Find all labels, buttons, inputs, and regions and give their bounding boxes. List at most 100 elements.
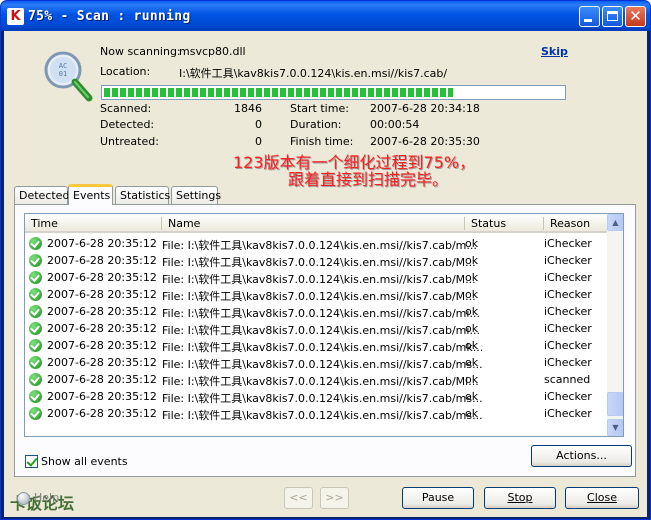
ok-status-icon: [29, 356, 42, 369]
event-status: ok: [465, 237, 479, 250]
events-scrollbar[interactable]: ▲ ▼: [607, 214, 623, 436]
location-value: I:\软件工具\kav8kis7.0.0.124\kis.en.msi//kis…: [179, 67, 448, 80]
event-name: File: I:\软件工具\kav8kis7.0.0.124\kis.en.ms…: [162, 392, 483, 405]
event-status: ok: [465, 373, 479, 386]
maximize-button[interactable]: [602, 6, 623, 27]
forward-button[interactable]: >>: [320, 487, 349, 509]
tab-statistics[interactable]: Statistics: [115, 186, 170, 204]
event-time: 2007-6-28 20:35:12: [47, 339, 157, 352]
tab-detected[interactable]: Detected: [14, 186, 69, 204]
table-row[interactable]: 2007-6-28 20:35:12 File: I:\软件工具\kav8kis7…: [25, 371, 607, 388]
table-row[interactable]: 2007-6-28 20:35:12 File: I:\软件工具\kav8kis7…: [25, 269, 607, 286]
table-row[interactable]: 2007-6-28 20:35:12 File: I:\软件工具\kav8kis7…: [25, 320, 607, 337]
minimize-button[interactable]: [579, 6, 600, 27]
table-row[interactable]: 2007-6-28 20:35:12 File: I:\软件工具\kav8kis7…: [25, 337, 607, 354]
help-link[interactable]: Help: [34, 491, 59, 504]
event-time: 2007-6-28 20:35:12: [47, 254, 157, 267]
event-status: ok: [465, 407, 479, 420]
scan-window: K 75% - Scan : running ✕ AC 01 Now scann…: [0, 0, 651, 520]
event-reason: iChecker: [544, 407, 592, 420]
window-title: 75% - Scan : running: [28, 9, 191, 24]
event-name: File: I:\软件工具\kav8kis7.0.0.124\kis.en.ms…: [162, 256, 476, 269]
skip-link[interactable]: Skip: [541, 45, 568, 58]
event-reason: iChecker: [544, 322, 592, 335]
event-status: ok: [465, 390, 479, 403]
table-row[interactable]: 2007-6-28 20:35:12 File: I:\软件工具\kav8kis7…: [25, 405, 607, 422]
event-status: ok: [465, 305, 479, 318]
event-reason: iChecker: [544, 288, 592, 301]
table-row[interactable]: 2007-6-28 20:35:12 File: I:\软件工具\kav8kis7…: [25, 235, 607, 252]
scroll-up-button[interactable]: ▲: [607, 214, 623, 231]
scrollbar-thumb[interactable]: [607, 392, 623, 416]
close-button-label: Close: [587, 491, 617, 504]
event-name: File: I:\软件工具\kav8kis7.0.0.124\kis.en.ms…: [162, 273, 476, 286]
table-row[interactable]: 2007-6-28 20:35:12 File: I:\软件工具\kav8kis7…: [25, 388, 607, 405]
svg-text:01: 01: [59, 70, 67, 78]
scanned-label: Scanned:: [100, 102, 152, 115]
close-icon: ✕: [629, 7, 642, 25]
ok-status-icon: [29, 339, 42, 352]
event-status: ok: [465, 288, 479, 301]
scan-progress-bar: [101, 85, 566, 100]
event-reason: iChecker: [544, 305, 592, 318]
column-header-name[interactable]: Name: [162, 217, 200, 230]
event-reason: iChecker: [544, 356, 592, 369]
event-status: ok: [465, 271, 479, 284]
untreated-value: 0: [255, 135, 262, 148]
location-label: Location:: [100, 65, 151, 78]
event-name: File: I:\软件工具\kav8kis7.0.0.124\kis.en.ms…: [162, 375, 479, 388]
event-time: 2007-6-28 20:35:12: [47, 305, 157, 318]
window-client-area: AC 01 Now scanning: msvcp80.dll Skip Loc…: [4, 31, 647, 517]
start-time-label: Start time:: [290, 102, 349, 115]
event-time: 2007-6-28 20:35:12: [47, 356, 157, 369]
column-header-status[interactable]: Status: [465, 217, 506, 230]
detected-label: Detected:: [100, 118, 155, 131]
event-time: 2007-6-28 20:35:12: [47, 237, 157, 250]
detected-value: 0: [255, 118, 262, 131]
column-header-time[interactable]: Time: [25, 217, 58, 230]
now-scanning-value: msvcp80.dll: [179, 45, 246, 58]
help-icon[interactable]: [17, 492, 30, 505]
event-time: 2007-6-28 20:35:12: [47, 390, 157, 403]
progress-fill: [104, 88, 453, 97]
ok-status-icon: [29, 288, 42, 301]
event-time: 2007-6-28 20:35:12: [47, 373, 157, 386]
event-reason: iChecker: [544, 254, 592, 267]
event-time: 2007-6-28 20:35:12: [47, 322, 157, 335]
event-reason: iChecker: [544, 390, 592, 403]
events-list[interactable]: Time Name Status Reason 2007-6-28 20:35:…: [24, 213, 624, 437]
event-reason: iChecker: [544, 237, 592, 250]
back-button[interactable]: <<: [284, 487, 313, 509]
minimize-icon: [584, 19, 592, 22]
event-name: File: I:\软件工具\kav8kis7.0.0.124\kis.en.ms…: [162, 341, 484, 354]
pause-button[interactable]: Pause: [402, 487, 474, 509]
title-bar[interactable]: K 75% - Scan : running ✕: [1, 1, 650, 31]
tab-events[interactable]: Events: [68, 184, 113, 205]
ok-status-icon: [29, 373, 42, 386]
untreated-label: Untreated:: [100, 135, 159, 148]
ok-status-icon: [29, 271, 42, 284]
event-name: File: I:\软件工具\kav8kis7.0.0.124\kis.en.ms…: [162, 239, 477, 252]
close-button[interactable]: Close: [565, 487, 639, 509]
start-time-value: 2007-6-28 20:34:18: [370, 102, 480, 115]
table-row[interactable]: 2007-6-28 20:35:12 File: I:\软件工具\kav8kis7…: [25, 354, 607, 371]
show-all-events-checkbox[interactable]: [25, 455, 38, 468]
close-window-button[interactable]: ✕: [625, 6, 646, 27]
tab-settings[interactable]: Settings: [171, 186, 221, 204]
table-row[interactable]: 2007-6-28 20:35:12 File: I:\软件工具\kav8kis7…: [25, 303, 607, 320]
event-reason: iChecker: [544, 339, 592, 352]
duration-value: 00:00:54: [370, 118, 420, 131]
table-row[interactable]: 2007-6-28 20:35:12 File: I:\软件工具\kav8kis7…: [25, 252, 607, 269]
column-header-reason[interactable]: Reason: [544, 217, 590, 230]
ok-status-icon: [29, 407, 42, 420]
stop-button[interactable]: Stop: [484, 487, 556, 509]
table-row[interactable]: 2007-6-28 20:35:12 File: I:\软件工具\kav8kis7…: [25, 286, 607, 303]
scroll-down-button[interactable]: ▼: [607, 419, 623, 436]
now-scanning-label: Now scanning:: [100, 45, 181, 58]
show-all-events-label: Show all events: [41, 455, 128, 468]
ok-status-icon: [29, 305, 42, 318]
ok-status-icon: [29, 390, 42, 403]
events-panel: Time Name Status Reason 2007-6-28 20:35:…: [14, 204, 636, 477]
event-time: 2007-6-28 20:35:12: [47, 271, 157, 284]
actions-button[interactable]: Actions...: [531, 445, 632, 467]
